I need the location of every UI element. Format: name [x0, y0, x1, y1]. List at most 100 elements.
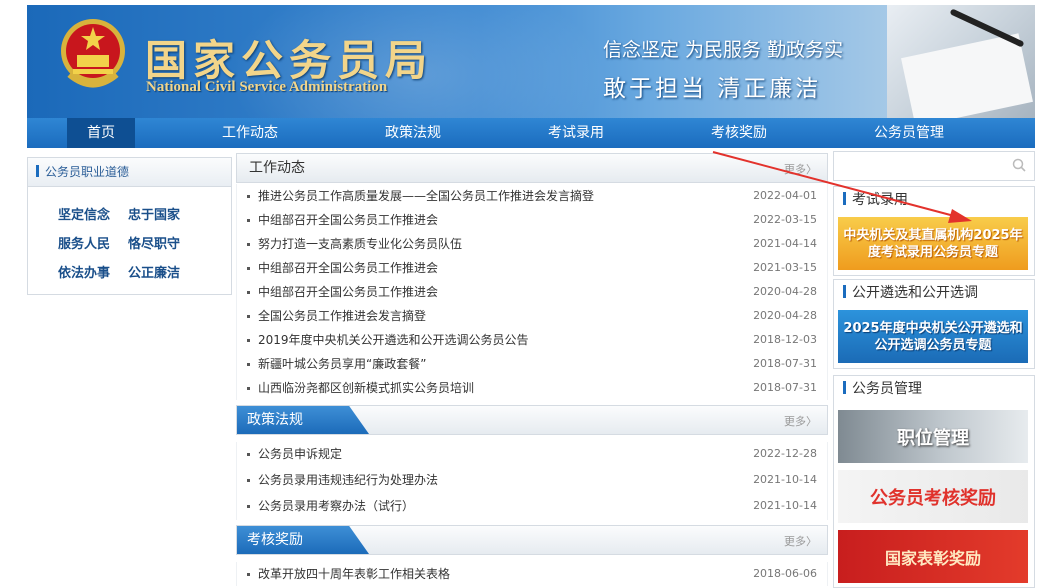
nav-item-policy[interactable]: 政策法规: [360, 118, 466, 148]
list-item-date: 2021-10-14: [753, 499, 817, 512]
search-input[interactable]: [833, 151, 1035, 181]
ethics-box-title: 公务员职业道德: [45, 165, 130, 179]
list-item[interactable]: 改革开放四十周年表彰工作相关表格 2018-06-06: [237, 562, 827, 586]
reward-list: 改革开放四十周年表彰工作相关表格 2018-06-06: [236, 562, 828, 586]
policy-list: 公务员申诉规定 2022-12-28 公务员录用违规违纪行为处理办法 2021-10…: [236, 442, 828, 520]
ethics-box: 公务员职业道德 坚定信念 忠于国家 服务人民 恪尽职守 依法办事 公正廉洁: [27, 157, 232, 295]
bullet-icon: [247, 573, 250, 576]
list-item-date: 2018-07-31: [753, 357, 817, 370]
ethics-words: 坚定信念 忠于国家 服务人民 恪尽职守 依法办事 公正廉洁: [58, 204, 218, 291]
list-item[interactable]: 山西临汾尧都区创新模式抓实公务员培训 2018-07-31: [237, 376, 827, 400]
bullet-icon: [247, 267, 250, 270]
ethics-box-header: 公务员职业道德: [28, 158, 231, 187]
ethics-word: 公正廉洁: [128, 266, 181, 281]
work-news-more-link[interactable]: 更多〉: [784, 161, 817, 177]
list-item-title[interactable]: 公务员录用违规违纪行为处理办法: [258, 468, 438, 492]
bullet-icon: [247, 315, 250, 318]
list-item[interactable]: 2019年度中央机关公开遴选和公开选调公务员公告 2018-12-03: [237, 328, 827, 352]
bullet-icon: [247, 195, 250, 198]
main-nav: 首页 工作动态 政策法规 考试录用 考核奖励 公务员管理: [27, 118, 1035, 148]
management-box-title: 公务员管理: [852, 381, 922, 397]
list-item-title[interactable]: 努力打造一支高素质专业化公务员队伍: [258, 232, 462, 256]
position-management-banner[interactable]: 职位管理: [838, 410, 1028, 463]
list-item[interactable]: 努力打造一支高素质专业化公务员队伍 2021-04-14: [237, 232, 827, 256]
ethics-word: 依法办事: [58, 266, 111, 281]
list-item-date: 2022-12-28: [753, 447, 817, 460]
list-item-title[interactable]: 公务员录用考察办法（试行）: [258, 494, 414, 518]
header-bar: [843, 192, 846, 205]
site-title-en: National Civil Service Administration: [146, 79, 388, 95]
header-bar: [843, 381, 846, 394]
nav-item-management[interactable]: 公务员管理: [852, 118, 966, 148]
reward-header: 考核奖励 更多〉: [236, 525, 828, 555]
selection-box-header: 公开遴选和公开选调: [834, 280, 1034, 306]
ethics-word: 忠于国家: [128, 208, 181, 223]
list-item[interactable]: 中组部召开全国公务员工作推进会 2021-03-15: [237, 256, 827, 280]
nav-item-reward[interactable]: 考核奖励: [686, 118, 792, 148]
list-item[interactable]: 公务员申诉规定 2022-12-28: [237, 442, 827, 468]
bullet-icon: [247, 363, 250, 366]
list-item[interactable]: 公务员录用违规违纪行为处理办法 2021-10-14: [237, 468, 827, 494]
bullet-icon: [247, 339, 250, 342]
bullet-icon: [247, 479, 250, 482]
nav-item-home[interactable]: 首页: [67, 118, 135, 148]
site-header: 国家公务员局 National Civil Service Administra…: [27, 5, 1035, 118]
list-item-title[interactable]: 改革开放四十周年表彰工作相关表格: [258, 562, 450, 586]
list-item-title[interactable]: 公务员申诉规定: [258, 442, 342, 466]
work-news-title[interactable]: 工作动态: [237, 154, 317, 182]
list-item-title[interactable]: 山西临汾尧都区创新模式抓实公务员培训: [258, 376, 474, 400]
national-emblem-icon[interactable]: [59, 15, 127, 93]
list-item-title[interactable]: 中组部召开全国公务员工作推进会: [258, 256, 438, 280]
bullet-icon: [247, 387, 250, 390]
policy-title[interactable]: 政策法规: [237, 406, 369, 434]
bullet-icon: [247, 505, 250, 508]
list-item-title[interactable]: 推进公务员工作高质量发展——全国公务员工作推进会发言摘登: [258, 184, 594, 208]
header-bar: [36, 165, 39, 177]
ethics-word: 恪尽职守: [128, 237, 181, 252]
ethics-word: 服务人民: [58, 237, 111, 252]
list-item[interactable]: 中组部召开全国公务员工作推进会 2022-03-15: [237, 208, 827, 232]
list-item[interactable]: 新疆叶城公务员享用“廉政套餐” 2018-07-31: [237, 352, 827, 376]
selection-box-title: 公开遴选和公开选调: [852, 285, 978, 301]
exam-box-title: 考试录用: [852, 192, 908, 208]
slogan-line-2: 敢于担当 清正廉洁: [603, 76, 822, 102]
list-item-date: 2020-04-28: [753, 309, 817, 322]
list-item-title[interactable]: 中组部召开全国公务员工作推进会: [258, 280, 438, 304]
bullet-icon: [247, 291, 250, 294]
work-news-list: 推进公务员工作高质量发展——全国公务员工作推进会发言摘登 2022-04-01 中…: [236, 184, 828, 400]
list-item-date: 2018-07-31: [753, 381, 817, 394]
slogan-line-1: 信念坚定 为民服务 勤政务实: [603, 39, 844, 61]
exam-banner[interactable]: 中央机关及其直属机构2025年度考试录用公务员专题: [838, 217, 1028, 270]
search-icon[interactable]: [1012, 158, 1026, 172]
list-item[interactable]: 中组部召开全国公务员工作推进会 2020-04-28: [237, 280, 827, 304]
list-item-date: 2021-03-15: [753, 261, 817, 274]
exam-box-header: 考试录用: [834, 187, 1034, 213]
list-item-date: 2022-03-15: [753, 213, 817, 226]
list-item-date: 2022-04-01: [753, 189, 817, 202]
list-item[interactable]: 推进公务员工作高质量发展——全国公务员工作推进会发言摘登 2022-04-01: [237, 184, 827, 208]
list-item-title[interactable]: 中组部召开全国公务员工作推进会: [258, 208, 438, 232]
list-item[interactable]: 全国公务员工作推进会发言摘登 2020-04-28: [237, 304, 827, 328]
reward-title[interactable]: 考核奖励: [237, 526, 369, 554]
header-photo: [887, 5, 1035, 118]
selection-banner[interactable]: 2025年度中央机关公开遴选和公开选调公务员专题: [838, 310, 1028, 363]
policy-header: 政策法规 更多〉: [236, 405, 828, 435]
header-bar: [843, 285, 846, 298]
policy-more-link[interactable]: 更多〉: [784, 413, 817, 429]
list-item-title[interactable]: 新疆叶城公务员享用“廉政套餐”: [258, 352, 426, 376]
bullet-icon: [247, 453, 250, 456]
list-item-date: 2018-12-03: [753, 333, 817, 346]
bullet-icon: [247, 219, 250, 222]
reward-more-link[interactable]: 更多〉: [784, 533, 817, 549]
nav-item-work-news[interactable]: 工作动态: [197, 118, 303, 148]
civil-servant-reward-banner[interactable]: 公务员考核奖励: [838, 470, 1028, 523]
list-item-title[interactable]: 2019年度中央机关公开遴选和公开选调公务员公告: [258, 328, 529, 352]
list-item[interactable]: 公务员录用考察办法（试行） 2021-10-14: [237, 494, 827, 520]
list-item-title[interactable]: 全国公务员工作推进会发言摘登: [258, 304, 426, 328]
list-item-date: 2021-10-14: [753, 473, 817, 486]
paper-image: [901, 33, 1033, 118]
management-box-header: 公务员管理: [834, 376, 1034, 402]
nav-item-exam[interactable]: 考试录用: [523, 118, 629, 148]
ethics-word: 坚定信念: [58, 208, 111, 223]
national-honor-banner[interactable]: 国家表彰奖励: [838, 530, 1028, 583]
